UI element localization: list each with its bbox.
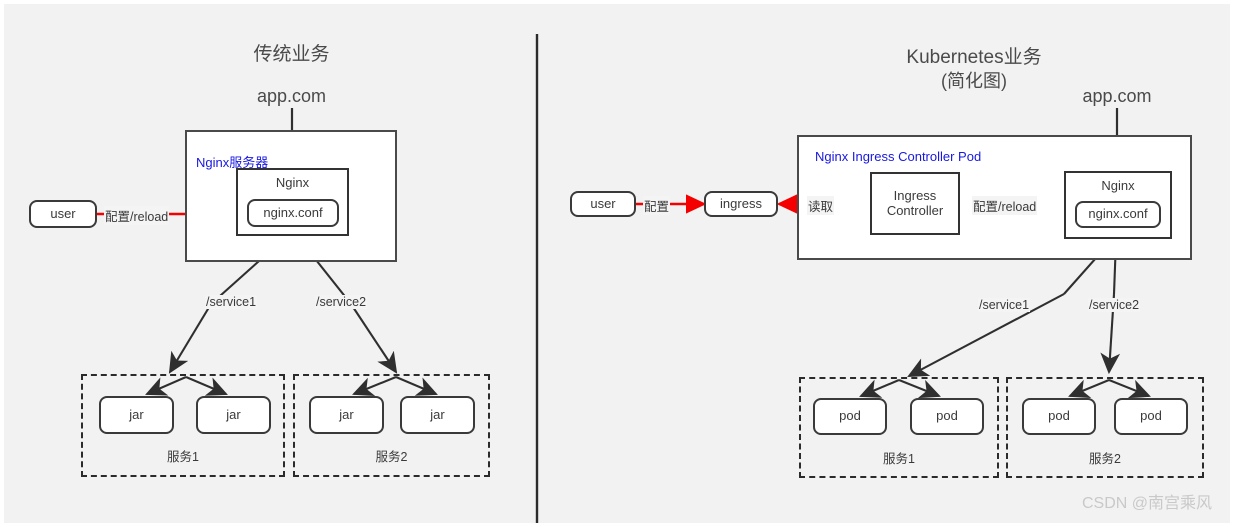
- right-panel-title: Kubernetes业务: [906, 47, 1042, 68]
- left-service1-instance-0[interactable]: jar: [99, 396, 174, 434]
- left-service2-label: 服务2: [375, 450, 408, 464]
- left-route1-arrow: [168, 303, 212, 374]
- left-user-node[interactable]: user: [29, 200, 97, 228]
- left-route1-label: /service1: [205, 295, 258, 309]
- left-service1-label: 服务1: [167, 450, 199, 464]
- ingress-controller-node[interactable]: Ingress Controller: [870, 172, 960, 235]
- right-service2-instance-0[interactable]: pod: [1022, 398, 1096, 435]
- right-route1-label: /service1: [978, 298, 1031, 312]
- right-domain-label: app.com: [1082, 86, 1152, 106]
- left-nginx-conf-node[interactable]: nginx.conf: [247, 199, 339, 227]
- ingress-controller-pod-label: Nginx Ingress Controller Pod: [815, 149, 982, 164]
- right-nginx-conf-node[interactable]: nginx.conf: [1075, 201, 1161, 228]
- right-service1-instance-0[interactable]: pod: [813, 398, 887, 435]
- left-route2-label: /service2: [315, 295, 368, 309]
- ingress-controller-line2: Controller: [886, 202, 944, 218]
- right-service1-label: 服务1: [883, 452, 915, 466]
- right-nginx-label: Nginx: [1101, 178, 1135, 193]
- nginx-server-label: Nginx服务器: [196, 155, 269, 170]
- right-service2-label: 服务2: [1089, 452, 1121, 466]
- ingress-node[interactable]: ingress: [704, 191, 778, 217]
- right-service2-instance-1[interactable]: pod: [1114, 398, 1188, 435]
- ingress-controller-line1: Ingress: [893, 187, 937, 203]
- diagram-canvas: 传统业务 app.com Nginx服务器 user 配置/reload Ngi…: [0, 0, 1234, 527]
- left-service2-instance-0[interactable]: jar: [309, 396, 384, 434]
- right-service1-instance-1[interactable]: pod: [910, 398, 984, 435]
- right-read-label: 读取: [807, 196, 835, 215]
- right-user-node[interactable]: user: [570, 191, 636, 217]
- left-route2-arrow: [350, 303, 398, 374]
- left-service1-instance-1[interactable]: jar: [196, 396, 271, 434]
- left-service2-instance-1[interactable]: jar: [400, 396, 475, 434]
- csdn-watermark: CSDN @南宫乘风: [1081, 495, 1212, 512]
- right-route2-label: /service2: [1088, 298, 1141, 312]
- left-nginx-label: Nginx: [275, 175, 310, 190]
- left-domain-label: app.com: [256, 86, 327, 106]
- left-config-reload-label: 配置/reload: [104, 206, 170, 225]
- right-config-label: 配置: [643, 196, 671, 215]
- left-panel-title: 传统业务: [253, 44, 330, 65]
- right-config-reload-label: 配置/reload: [972, 196, 1038, 215]
